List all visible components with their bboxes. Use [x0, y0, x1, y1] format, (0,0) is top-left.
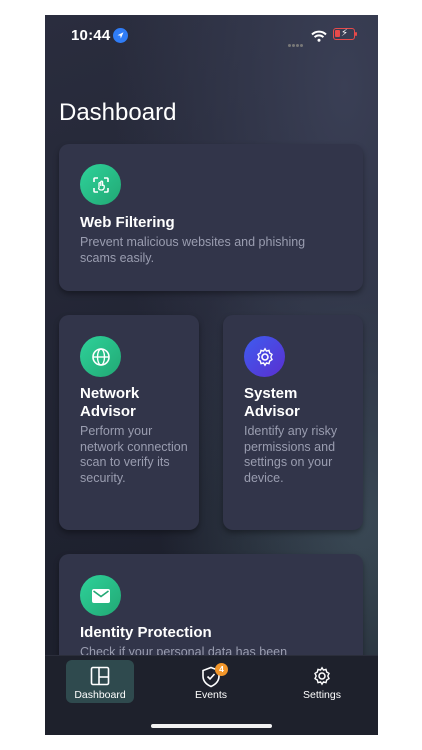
tab-dashboard[interactable]: Dashboard [66, 660, 134, 703]
tab-events[interactable]: 4 Events [177, 660, 245, 703]
card-description: Prevent malicious websites and phishing … [80, 235, 306, 265]
mail-icon [80, 575, 121, 616]
hand-scan-icon [80, 164, 121, 205]
card-title: System Advisor [244, 385, 300, 420]
network-advisor-card[interactable]: Network Advisor Perform your network con… [59, 315, 199, 530]
card-title: Identity Protection [80, 624, 212, 641]
page-title: Dashboard [59, 99, 177, 126]
location-icon [113, 28, 128, 43]
signal-icon [288, 34, 306, 47]
battery-icon: ⚡ [333, 28, 355, 40]
card-description: Perform your network connection scan to … [80, 424, 188, 485]
battery-cap [355, 32, 357, 36]
card-description: Identify any risky permissions and setti… [244, 424, 338, 485]
web-filtering-card[interactable]: Web Filtering Prevent malicious websites… [59, 144, 363, 291]
events-badge: 4 [215, 663, 228, 676]
tab-label: Settings [303, 689, 341, 701]
home-indicator[interactable] [151, 724, 272, 728]
wifi-icon [311, 29, 327, 42]
globe-icon [80, 336, 121, 377]
tab-bar: Dashboard 4 Events Settings [45, 655, 378, 735]
gear-icon [312, 666, 332, 686]
tab-settings[interactable]: Settings [288, 660, 356, 703]
phone-screen: 10:44 ⚡ Dashboard Web Filtering Prevent … [45, 15, 378, 735]
tab-label: Dashboard [74, 689, 126, 701]
status-bar: 10:44 ⚡ [45, 15, 378, 59]
card-title: Web Filtering [80, 214, 175, 231]
card-title: Network Advisor [80, 385, 140, 420]
system-advisor-card[interactable]: System Advisor Identify any risky permis… [223, 315, 363, 530]
status-time: 10:44 [71, 27, 111, 44]
dashboard-icon [90, 666, 110, 686]
gear-icon [244, 336, 285, 377]
tab-label: Events [194, 689, 228, 701]
